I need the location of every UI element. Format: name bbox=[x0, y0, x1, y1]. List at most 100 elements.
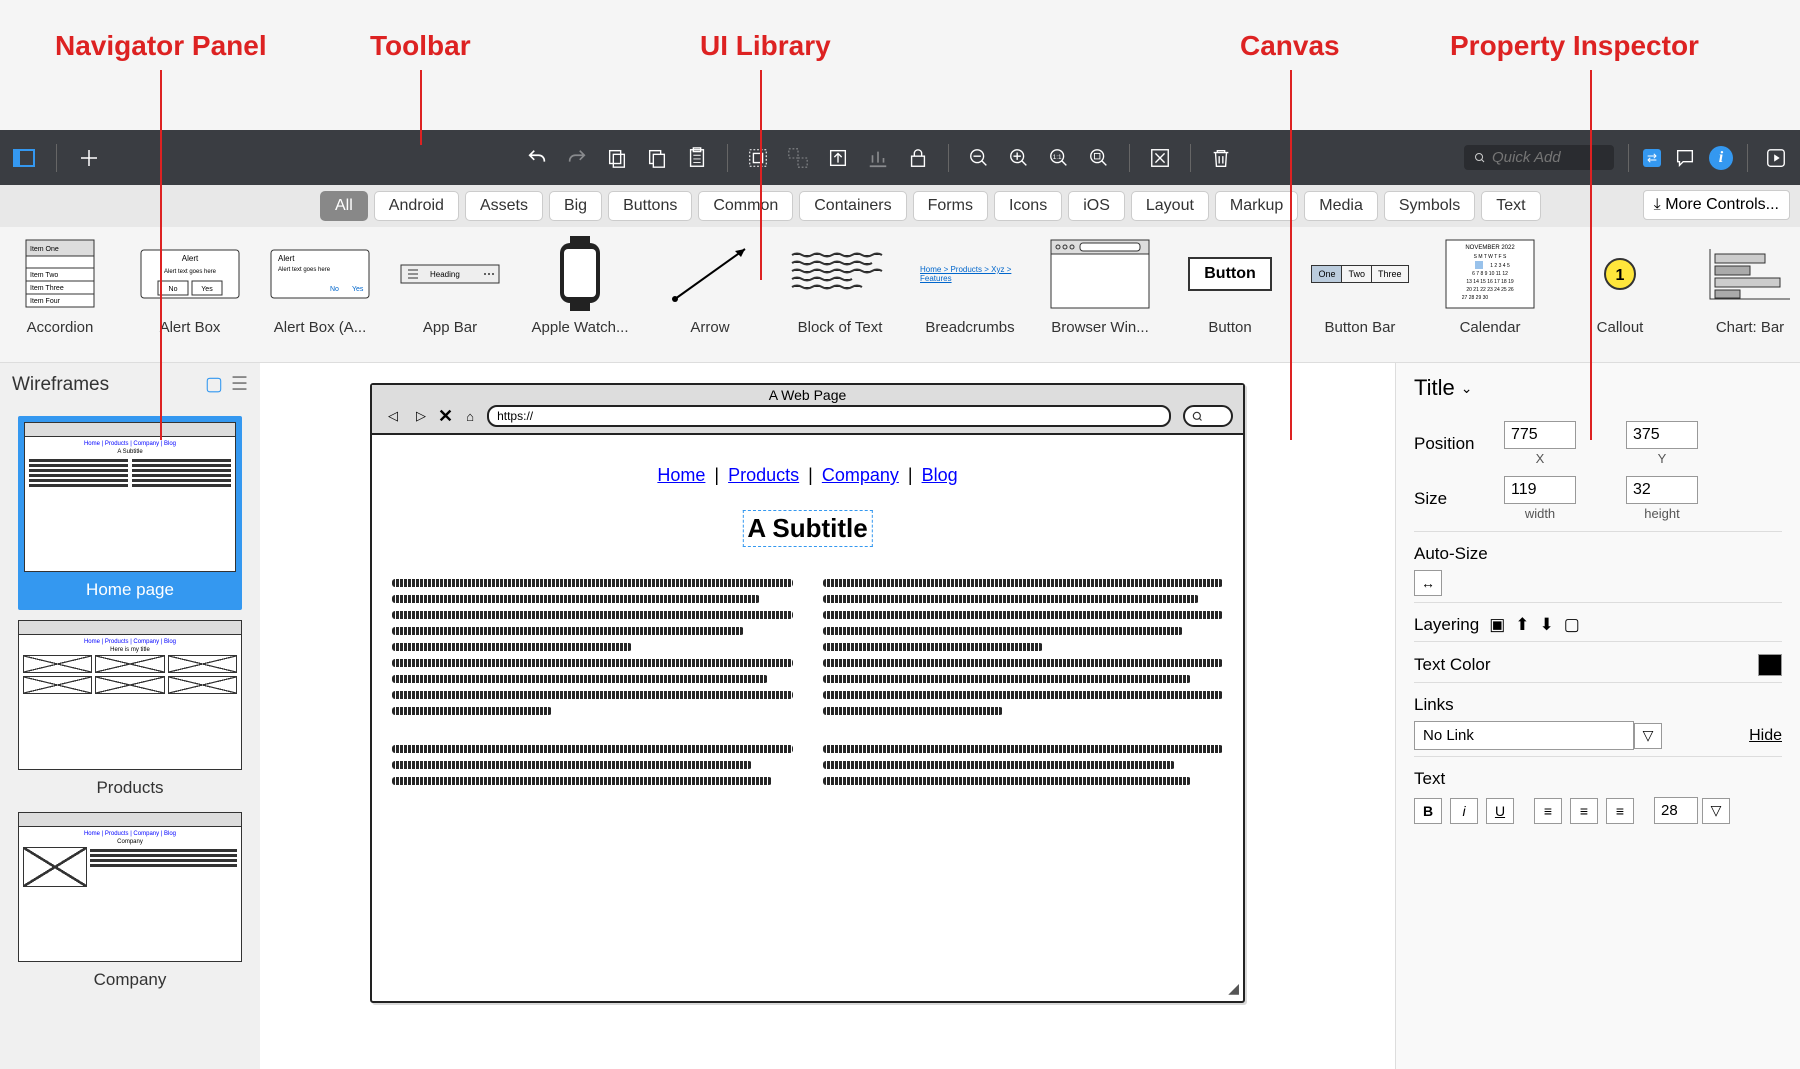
wireframe-thumb-products[interactable]: Home | Products | Company | BlogHere is … bbox=[18, 620, 242, 802]
position-y-input[interactable] bbox=[1626, 421, 1698, 449]
trash-icon[interactable] bbox=[1207, 144, 1235, 172]
category-symbols[interactable]: Symbols bbox=[1384, 191, 1475, 221]
wireframe-thumb-home[interactable]: Home | Products | Company | BlogA Subtit… bbox=[18, 416, 242, 610]
mockup-url-bar: https:// bbox=[487, 405, 1171, 427]
mockup-text-col-left bbox=[392, 571, 793, 793]
lib-breadcrumbs[interactable]: Home > Products > Xyz > Features Breadcr… bbox=[920, 235, 1020, 336]
height-input[interactable] bbox=[1626, 476, 1698, 504]
undo-icon[interactable] bbox=[523, 144, 551, 172]
category-big[interactable]: Big bbox=[549, 191, 602, 221]
category-text[interactable]: Text bbox=[1481, 191, 1540, 221]
mockup-subtitle-selected[interactable]: A Subtitle bbox=[742, 510, 872, 547]
svg-text:20 21 22 23 24 25 26: 20 21 22 23 24 25 26 bbox=[1466, 287, 1513, 293]
comments-badge-icon[interactable]: ⇄ bbox=[1643, 149, 1661, 167]
add-icon[interactable] bbox=[75, 144, 103, 172]
zoom-fit-icon[interactable]: 1:1 bbox=[1045, 144, 1073, 172]
lib-callout[interactable]: 1 Callout bbox=[1570, 235, 1670, 336]
align-center-button[interactable]: ≡ bbox=[1570, 798, 1598, 824]
lib-arrow[interactable]: Arrow bbox=[660, 235, 760, 336]
category-markup[interactable]: Markup bbox=[1215, 191, 1298, 221]
svg-text:Item Three: Item Three bbox=[30, 285, 64, 292]
inspector-title[interactable]: Title ⌄ bbox=[1414, 375, 1782, 411]
list-view-icon[interactable]: ☰ bbox=[231, 373, 248, 396]
lib-alertbox[interactable]: AlertAlert text goes hereNoYes Alert Box bbox=[140, 235, 240, 336]
lib-buttonbar[interactable]: OneTwoThree Button Bar bbox=[1310, 235, 1410, 336]
link-dropdown-button[interactable]: ▽ bbox=[1634, 723, 1662, 749]
svg-text:Yes: Yes bbox=[352, 286, 364, 293]
underline-button[interactable]: U bbox=[1486, 798, 1514, 824]
panel-toggle-icon[interactable] bbox=[10, 144, 38, 172]
info-icon[interactable]: i bbox=[1709, 146, 1733, 170]
paste-icon[interactable] bbox=[643, 144, 671, 172]
category-icons[interactable]: Icons bbox=[994, 191, 1062, 221]
mockup-search-pill bbox=[1183, 405, 1233, 427]
lib-alertbox-android[interactable]: AlertAlert text goes hereNoYes Alert Box… bbox=[270, 235, 370, 336]
zoom-out-icon[interactable] bbox=[965, 144, 993, 172]
lib-calendar[interactable]: NOVEMBER 2022S M T W T F S1 2 3 4 56 7 8… bbox=[1440, 235, 1540, 336]
category-forms[interactable]: Forms bbox=[913, 191, 988, 221]
category-common[interactable]: Common bbox=[698, 191, 793, 221]
link-select[interactable]: No Link bbox=[1414, 721, 1634, 750]
play-icon[interactable] bbox=[1762, 144, 1790, 172]
send-backward-icon[interactable]: ⬇ bbox=[1540, 615, 1554, 635]
width-input[interactable] bbox=[1504, 476, 1576, 504]
lib-blockoftext[interactable]: Block of Text bbox=[790, 235, 890, 336]
svg-text:27 28 29 30: 27 28 29 30 bbox=[1462, 295, 1489, 301]
clipboard-icon[interactable] bbox=[683, 144, 711, 172]
more-controls-button[interactable]: ⤓ More Controls... bbox=[1643, 190, 1790, 220]
group-icon[interactable] bbox=[744, 144, 772, 172]
hide-link[interactable]: Hide bbox=[1749, 727, 1782, 745]
italic-button[interactable]: i bbox=[1450, 798, 1478, 824]
mockup-browser-window[interactable]: A Web Page ◁ ▷ ✕ ⌂ https:// Home | Produ… bbox=[370, 383, 1245, 1003]
markup-toggle-icon[interactable] bbox=[1146, 144, 1174, 172]
align-icon[interactable] bbox=[864, 144, 892, 172]
lib-applewatch[interactable]: Apple Watch... bbox=[530, 235, 630, 336]
category-containers[interactable]: Containers bbox=[799, 191, 906, 221]
font-size-dropdown[interactable]: ▽ bbox=[1702, 798, 1730, 824]
grid-view-icon[interactable]: ▢ bbox=[205, 373, 223, 396]
align-left-button[interactable]: ≡ bbox=[1534, 798, 1562, 824]
category-buttons[interactable]: Buttons bbox=[608, 191, 692, 221]
svg-text:6 7 8 9 10 11 12: 6 7 8 9 10 11 12 bbox=[1472, 271, 1508, 277]
canvas-area[interactable]: A Web Page ◁ ▷ ✕ ⌂ https:// Home | Produ… bbox=[260, 363, 1395, 1069]
bring-to-front-icon[interactable]: ▣ bbox=[1489, 615, 1505, 635]
annotation-line bbox=[1290, 70, 1292, 440]
lib-appbar[interactable]: Heading App Bar bbox=[400, 235, 500, 336]
ungroup-icon[interactable] bbox=[784, 144, 812, 172]
lib-accordion[interactable]: Item OneItem TwoItem ThreeItem Four Acco… bbox=[10, 235, 110, 336]
bold-button[interactable]: B bbox=[1414, 798, 1442, 824]
zoom-all-icon[interactable] bbox=[1085, 144, 1113, 172]
svg-text:Item Four: Item Four bbox=[30, 298, 61, 305]
copy-icon[interactable] bbox=[603, 144, 631, 172]
mockup-page-title: A Web Page bbox=[372, 385, 1243, 405]
zoom-in-icon[interactable] bbox=[1005, 144, 1033, 172]
category-layout[interactable]: Layout bbox=[1131, 191, 1209, 221]
font-size-input[interactable] bbox=[1654, 797, 1698, 824]
position-x-input[interactable] bbox=[1504, 421, 1576, 449]
redo-icon[interactable] bbox=[563, 144, 591, 172]
resize-handle-icon[interactable]: ◢ bbox=[1228, 980, 1239, 997]
chat-icon[interactable] bbox=[1671, 144, 1699, 172]
autosize-horizontal-button[interactable]: ↔ bbox=[1414, 570, 1442, 596]
wireframe-thumb-company[interactable]: Home | Products | Company | BlogCompany … bbox=[18, 812, 242, 994]
align-right-button[interactable]: ≡ bbox=[1606, 798, 1634, 824]
lib-browserwin[interactable]: Browser Win... bbox=[1050, 235, 1150, 336]
category-android[interactable]: Android bbox=[374, 191, 459, 221]
bring-forward-icon[interactable]: ⬆ bbox=[1515, 615, 1529, 635]
send-to-back-icon[interactable]: ▢ bbox=[1564, 615, 1580, 635]
ui-library-row: Item OneItem TwoItem ThreeItem Four Acco… bbox=[0, 227, 1800, 363]
text-color-swatch[interactable] bbox=[1758, 654, 1782, 676]
lib-chartbar[interactable]: Chart: Bar bbox=[1700, 235, 1800, 336]
bring-front-icon[interactable] bbox=[824, 144, 852, 172]
quick-add-input[interactable] bbox=[1492, 149, 1604, 166]
text-section: Text B i U ≡ ≡ ≡ ▽ bbox=[1414, 756, 1782, 830]
category-assets[interactable]: Assets bbox=[465, 191, 543, 221]
lock-icon[interactable] bbox=[904, 144, 932, 172]
position-label: Position bbox=[1414, 434, 1494, 454]
category-media[interactable]: Media bbox=[1304, 191, 1378, 221]
category-ios[interactable]: iOS bbox=[1068, 191, 1125, 221]
textcolor-section: Text Color bbox=[1414, 641, 1782, 682]
lib-button[interactable]: Button Button bbox=[1180, 235, 1280, 336]
svg-text:No: No bbox=[169, 286, 178, 293]
category-all[interactable]: All bbox=[320, 191, 368, 221]
